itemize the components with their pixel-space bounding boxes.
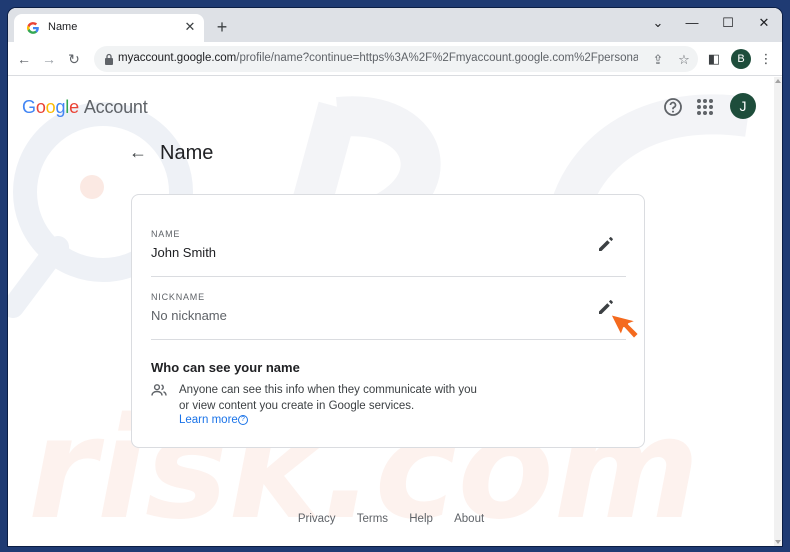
edit-name-icon[interactable]	[595, 233, 617, 255]
nickname-label: NICKNAME	[151, 292, 205, 302]
url-path: /profile/name?continue=https%3A%2F%2Fmya…	[236, 52, 638, 64]
learn-more-link[interactable]: Learn more	[179, 414, 238, 426]
minimize-icon[interactable]: —	[674, 12, 710, 34]
name-card: NAME John Smith NICKNAME No nickname Who…	[131, 194, 645, 448]
back-nav-icon[interactable]: ←	[13, 48, 35, 70]
people-icon	[151, 384, 167, 396]
nickname-value: No nickname	[151, 308, 227, 323]
account-avatar[interactable]: J	[730, 93, 756, 119]
browser-window: Name ✕ + ⌄ — ☐ ✕ ← → ↻ myaccount.google.…	[8, 8, 782, 546]
divider	[151, 339, 626, 340]
logo-letter: G	[22, 97, 36, 117]
tab-strip: Name ✕ + ⌄ — ☐ ✕	[8, 8, 782, 42]
back-arrow-icon[interactable]: ←	[123, 137, 153, 167]
page-content: risk.com Google Account J ← Name NAME Jo…	[8, 77, 782, 546]
url-host: myaccount.google.com	[118, 52, 237, 64]
close-tab-icon[interactable]: ✕	[182, 19, 198, 35]
logo-suffix: Account	[83, 97, 148, 117]
tab-search-icon[interactable]: ⌄	[640, 12, 676, 34]
account-header: Google Account J	[8, 77, 774, 133]
tab-title: Name	[48, 21, 78, 33]
close-window-icon[interactable]: ✕	[746, 12, 782, 34]
help-circle-icon[interactable]: ?	[238, 415, 248, 425]
lock-icon	[105, 53, 113, 65]
scroll-down-icon[interactable]	[775, 540, 781, 544]
bookmark-star-icon[interactable]: ☆	[676, 52, 692, 68]
logo-letter: g	[55, 97, 66, 117]
name-value: John Smith	[151, 245, 217, 260]
divider	[151, 276, 626, 277]
side-panel-icon[interactable]: ◧	[706, 51, 722, 67]
share-icon[interactable]: ⇪	[650, 52, 666, 68]
footer-link-privacy[interactable]: Privacy	[298, 513, 336, 525]
browser-toolbar: ← → ↻ myaccount.google.com/profile/name?…	[8, 42, 782, 76]
browser-profile-avatar[interactable]: B	[731, 49, 751, 69]
logo-letter: o	[45, 97, 56, 117]
reload-icon[interactable]: ↻	[63, 48, 85, 70]
address-bar[interactable]: myaccount.google.com/profile/name?contin…	[94, 46, 698, 72]
google-account-logo[interactable]: Google Account	[22, 97, 148, 118]
footer-link-help[interactable]: Help	[409, 513, 433, 525]
maximize-icon[interactable]: ☐	[710, 12, 746, 34]
visibility-description: Anyone can see this info when they commu…	[179, 384, 477, 412]
pointer-arrow-icon	[609, 313, 640, 340]
forward-nav-icon[interactable]: →	[38, 48, 60, 70]
scrollbar[interactable]	[774, 77, 782, 546]
new-tab-icon[interactable]: +	[213, 18, 231, 36]
logo-letter: o	[35, 97, 46, 117]
help-icon[interactable]	[662, 96, 684, 118]
footer-link-terms[interactable]: Terms	[357, 513, 388, 525]
visibility-heading: Who can see your name	[151, 360, 300, 375]
url-text: myaccount.google.com/profile/name?contin…	[118, 52, 638, 64]
google-favicon-icon	[26, 22, 39, 34]
logo-letter: e	[69, 97, 79, 117]
apps-grid-icon[interactable]	[694, 96, 716, 118]
footer-links: Privacy Terms Help About	[8, 513, 774, 525]
scroll-up-icon[interactable]	[775, 79, 781, 83]
name-label: NAME	[151, 229, 181, 239]
tab-name[interactable]: Name ✕	[14, 14, 204, 42]
browser-menu-icon[interactable]: ⋮	[758, 51, 774, 67]
footer-link-about[interactable]: About	[454, 513, 484, 525]
page-title: Name	[160, 142, 214, 164]
